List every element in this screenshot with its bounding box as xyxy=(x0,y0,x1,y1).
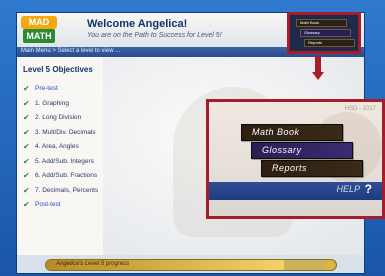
objective-item[interactable]: ✔ 7. Decimals, Percents xyxy=(23,185,101,200)
menu-zoom-callout: HSD - 2017 Math Book Glossary Reports HE… xyxy=(206,99,385,219)
objectives-panel: Level 5 Objectives ✔ Pre-test ✔ 1. Graphing… xyxy=(17,57,104,255)
progress-knob-icon xyxy=(324,260,334,270)
check-icon: ✔ xyxy=(23,200,30,209)
logo-math: MATH xyxy=(23,29,55,43)
objective-label[interactable]: 1. Graphing xyxy=(35,100,69,107)
mini-glossary-button[interactable]: Glossary xyxy=(300,29,351,37)
zoom-header: HSD - 2017 xyxy=(344,106,376,112)
objective-item[interactable]: ✔ 5. Add/Sub. Integers xyxy=(23,156,101,171)
mini-math-book-button[interactable]: Math Book xyxy=(296,19,347,27)
objective-label[interactable]: 2. Long Division xyxy=(35,114,81,121)
objective-label[interactable]: Post-test xyxy=(35,201,61,208)
check-icon: ✔ xyxy=(23,171,30,180)
objective-label[interactable]: 7. Decimals, Percents xyxy=(35,187,98,194)
footer: Angelica's Level 5 progress xyxy=(17,255,364,273)
objective-label[interactable]: Pre-test xyxy=(35,85,58,92)
objectives-list: ✔ Pre-test ✔ 1. Graphing ✔ 2. Long Division ✔ 3… xyxy=(23,83,101,214)
progress-label: Angelica's Level 5 progress xyxy=(56,261,130,267)
reports-button[interactable]: Reports xyxy=(261,160,363,177)
objective-item[interactable]: ✔ 1. Graphing xyxy=(23,98,101,113)
help-link[interactable]: HELP xyxy=(336,184,360,194)
callout-arrow-stem xyxy=(315,56,321,72)
mini-reports-button[interactable]: Reports xyxy=(304,39,355,47)
objective-item[interactable]: ✔ 4. Area, Angles xyxy=(23,141,101,156)
objective-item[interactable]: ✔ Pre-test xyxy=(23,83,101,98)
objective-item[interactable]: ✔ 2. Long Division xyxy=(23,112,101,127)
check-icon: ✔ xyxy=(23,113,30,122)
mad-math-logo: MAD MATH xyxy=(21,16,57,44)
check-icon: ✔ xyxy=(23,84,30,93)
help-icon[interactable]: ? xyxy=(365,182,372,196)
objective-item[interactable]: ✔ 3. Mult/Div. Decimals xyxy=(23,127,101,142)
logo-mad: MAD xyxy=(21,16,57,29)
welcome-title: Welcome Angelica! xyxy=(87,18,188,30)
check-icon: ✔ xyxy=(23,185,30,195)
objectives-title: Level 5 Objectives xyxy=(23,65,93,74)
check-icon: ✔ xyxy=(23,98,30,108)
objective-item[interactable]: ✔ 6. Add/Sub. Fractions xyxy=(23,170,101,185)
glossary-button[interactable]: Glossary xyxy=(251,142,353,159)
check-icon: ✔ xyxy=(23,142,30,151)
objective-label[interactable]: 4. Area, Angles xyxy=(35,143,79,150)
objective-label[interactable]: 6. Add/Sub. Fractions xyxy=(35,172,97,179)
welcome-subtitle: You are on the Path to Success for Level… xyxy=(87,32,222,39)
objective-label[interactable]: 3. Mult/Div. Decimals xyxy=(35,129,96,136)
objective-item[interactable]: ✔ Post-test xyxy=(23,199,101,214)
level-progress-bar: Angelica's Level 5 progress xyxy=(45,259,337,271)
breadcrumb[interactable]: Main Menu > Select a level to view ... xyxy=(21,48,120,54)
math-book-button[interactable]: Math Book xyxy=(241,124,343,141)
menu-highlight-small: Math Book Glossary Reports xyxy=(287,12,361,54)
objective-label[interactable]: 5. Add/Sub. Integers xyxy=(35,158,94,165)
check-icon: ✔ xyxy=(23,156,30,166)
callout-arrow-icon xyxy=(312,72,324,80)
check-icon: ✔ xyxy=(23,127,30,137)
